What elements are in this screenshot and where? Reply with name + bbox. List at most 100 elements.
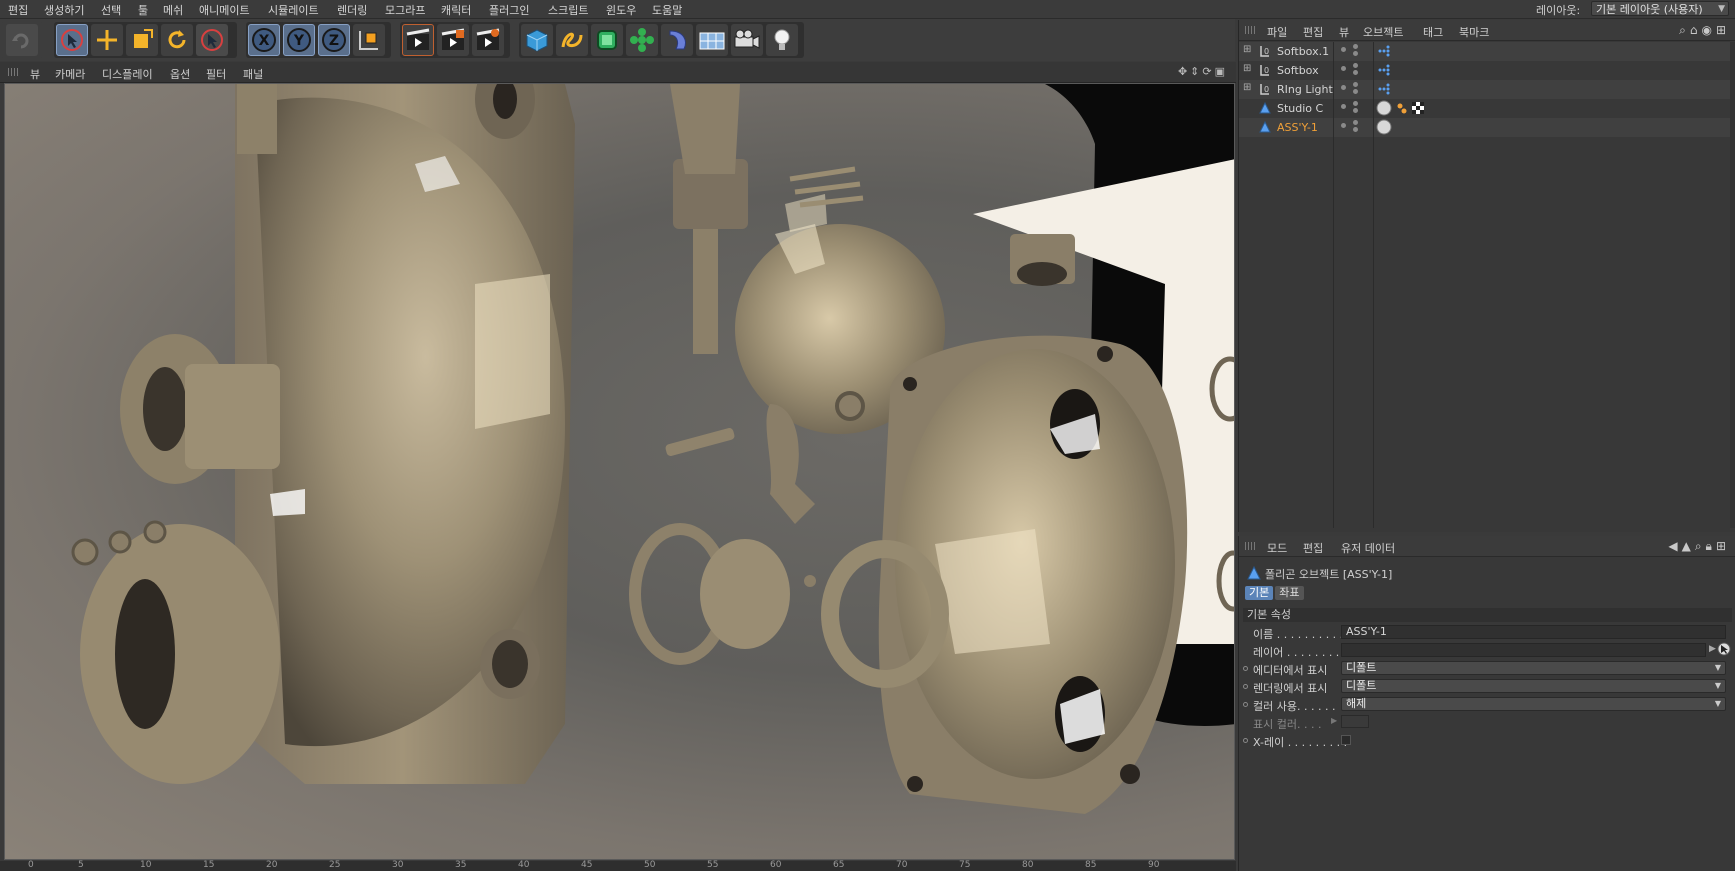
animation-dot-icon[interactable]	[1243, 702, 1248, 707]
objmgr-menu-tags[interactable]: 태그	[1423, 24, 1443, 40]
objmgr-menu-edit[interactable]: 편집	[1303, 24, 1323, 40]
animation-dot-icon[interactable]	[1243, 738, 1248, 743]
render-visibility-select[interactable]: 디폴트 ▼	[1341, 679, 1726, 693]
menu-window[interactable]: 윈도우	[606, 2, 636, 18]
expand-icon[interactable]: ⊞	[1243, 45, 1253, 55]
pick-icon[interactable]	[1717, 642, 1731, 659]
viewport-menu-options[interactable]: 옵션	[170, 66, 190, 82]
new-panel-icon[interactable]: ⊞	[1716, 539, 1730, 553]
objmgr-menu-bookmarks[interactable]: 북마크	[1459, 24, 1489, 40]
xray-checkbox[interactable]	[1341, 735, 1351, 745]
attrmgr-menu-edit[interactable]: 편집	[1303, 540, 1323, 556]
compositing-tag-icon[interactable]	[1376, 81, 1392, 98]
viewport-menu-view[interactable]: 뷰	[30, 66, 40, 82]
objmgr-menu-file[interactable]: 파일	[1267, 24, 1287, 40]
live-select-icon[interactable]	[196, 24, 228, 56]
attrmgr-menu-user-data[interactable]: 유저 데이터	[1341, 540, 1395, 556]
visibility-dots[interactable]	[1341, 82, 1363, 95]
column-divider[interactable]	[1373, 42, 1374, 528]
object-name[interactable]: RIng Light	[1277, 83, 1333, 96]
expand-icon[interactable]: ⊞	[1243, 83, 1253, 93]
object-row-softbox1[interactable]: ⊞ 0 Softbox.1	[1239, 42, 1735, 61]
mograph-cloner-icon[interactable]	[626, 24, 658, 56]
axis-z-toggle[interactable]: Z	[318, 24, 350, 56]
object-name[interactable]: ASS'Y-1	[1277, 121, 1318, 134]
visibility-dots[interactable]	[1341, 101, 1363, 114]
layer-field[interactable]	[1341, 643, 1706, 657]
spline-pen-icon[interactable]	[556, 24, 588, 56]
menu-plugins[interactable]: 플러그인	[489, 2, 529, 18]
compositing-tag-icon[interactable]	[1376, 62, 1392, 79]
menu-animate[interactable]: 애니메이트	[199, 2, 250, 18]
editor-visibility-select[interactable]: 디폴트 ▼	[1341, 661, 1726, 675]
name-field[interactable]: ASS'Y-1	[1341, 625, 1726, 639]
maximize-icon[interactable]: ▣	[1215, 65, 1228, 78]
menu-character[interactable]: 캐릭터	[441, 2, 471, 18]
light-icon[interactable]	[766, 24, 798, 56]
rotate-icon[interactable]	[161, 24, 193, 56]
tab-basic[interactable]: 기본	[1245, 586, 1274, 600]
objmgr-menu-view[interactable]: 뷰	[1339, 24, 1349, 40]
object-name[interactable]: Softbox.1	[1277, 45, 1329, 58]
back-arrow-icon[interactable]: ◀	[1668, 539, 1681, 553]
axis-y-toggle[interactable]: Y	[283, 24, 315, 56]
compositing-tag-icon[interactable]	[1376, 43, 1392, 60]
viewport-menu-panel[interactable]: 패널	[243, 66, 263, 82]
pan-icon[interactable]: ✥	[1178, 65, 1190, 78]
cube-icon[interactable]	[521, 24, 553, 56]
floor-plane-icon[interactable]	[696, 24, 728, 56]
menu-mesh[interactable]: 메쉬	[163, 2, 183, 18]
display-color-swatch[interactable]	[1341, 715, 1369, 728]
camera-icon[interactable]	[731, 24, 763, 56]
use-color-select[interactable]: 해제 ▼	[1341, 697, 1726, 711]
menu-script[interactable]: 스크립트	[548, 2, 588, 18]
menu-edit[interactable]: 편집	[8, 2, 28, 18]
deformer-icon[interactable]	[661, 24, 693, 56]
lock-icon[interactable]: 🔒︎	[1706, 539, 1716, 553]
new-panel-icon[interactable]: ⊞	[1716, 23, 1730, 37]
render-settings-icon[interactable]	[472, 24, 504, 56]
scale-icon[interactable]	[126, 24, 158, 56]
scrollbar[interactable]	[1730, 42, 1735, 528]
visibility-dots[interactable]	[1341, 63, 1363, 76]
material-tag-icon[interactable]	[1376, 119, 1394, 136]
move-icon[interactable]	[91, 24, 123, 56]
object-name[interactable]: Softbox	[1277, 64, 1319, 77]
select-arrow-icon[interactable]	[56, 24, 88, 56]
grip-icon[interactable]	[8, 68, 18, 76]
menu-select[interactable]: 선택	[101, 2, 121, 18]
objmgr-menu-objects[interactable]: 오브젝트	[1363, 24, 1403, 40]
layer-arrow-icon[interactable]: ▶	[1709, 644, 1716, 654]
zoom-icon[interactable]: ⇕	[1190, 65, 1202, 78]
object-row-assy-1[interactable]: ASS'Y-1	[1239, 118, 1735, 137]
undo-icon[interactable]	[6, 24, 38, 56]
eye-icon[interactable]: ◉	[1701, 23, 1715, 37]
subdivision-icon[interactable]	[591, 24, 623, 56]
visibility-dots[interactable]	[1341, 44, 1363, 57]
object-row-softbox[interactable]: ⊞ 0 Softbox	[1239, 61, 1735, 80]
timeline-ruler[interactable]: 0 5 10 15 20 25 30 35 40 45 50 55 60 65 …	[0, 860, 1236, 871]
column-divider[interactable]	[1333, 42, 1334, 528]
world-coordinate-icon[interactable]	[353, 24, 385, 56]
viewport-menu-camera[interactable]: 카메라	[55, 66, 85, 82]
object-name[interactable]: Studio C	[1277, 102, 1323, 115]
grip-icon[interactable]	[1245, 26, 1255, 34]
search-icon[interactable]: ⌕	[1679, 23, 1690, 37]
menu-tools[interactable]: 툴	[138, 2, 148, 18]
menu-create[interactable]: 생성하기	[44, 2, 84, 18]
expand-icon[interactable]: ⊞	[1243, 64, 1253, 74]
orbit-icon[interactable]: ⟳	[1202, 65, 1214, 78]
viewport-menu-filter[interactable]: 필터	[206, 66, 226, 82]
animation-dot-icon[interactable]	[1243, 684, 1248, 689]
animation-dot-icon[interactable]	[1243, 666, 1248, 671]
menu-help[interactable]: 도움말	[652, 2, 682, 18]
render-view-icon[interactable]	[402, 24, 434, 56]
attrmgr-menu-mode[interactable]: 모드	[1267, 540, 1287, 556]
menu-mograph[interactable]: 모그라프	[385, 2, 425, 18]
3d-viewport[interactable]	[4, 83, 1235, 860]
axis-x-toggle[interactable]: X	[248, 24, 280, 56]
layout-select[interactable]: 기본 레이아웃 (사용자) ▼	[1591, 1, 1729, 16]
search-icon[interactable]: ⌕	[1695, 539, 1706, 553]
visibility-dots[interactable]	[1341, 120, 1363, 133]
expand-arrow-icon[interactable]: ▶	[1331, 716, 1337, 725]
